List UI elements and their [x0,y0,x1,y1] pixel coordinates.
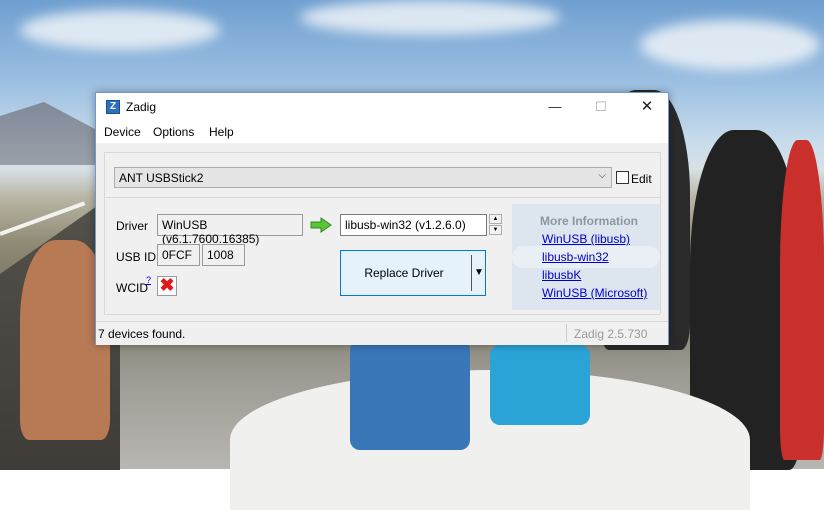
mountain [0,102,110,165]
cloud [300,0,560,35]
driver-label: Driver [116,219,148,233]
split-divider [471,255,472,291]
replace-driver-button[interactable]: Replace Driver [340,250,486,296]
driver-spin-up[interactable]: ▲ [489,214,502,224]
red-x-icon: ✖ [157,276,177,296]
current-driver-field: WinUSB (v6.1.7600.16385) [157,214,303,246]
dropdown-arrow-icon[interactable]: ▼ [474,267,484,278]
edit-checkbox[interactable] [616,171,629,184]
menu-device[interactable]: Device [104,125,141,139]
title-bar[interactable]: Z Zadig — ☐ ✕ [96,93,668,121]
cloud [640,20,820,70]
wcid-label: WCID [116,281,148,295]
menu-help[interactable]: Help [209,125,234,139]
divider [104,197,660,198]
shorts [350,340,470,450]
more-info-panel: More Information WinUSB (libusb) libusb-… [512,204,660,310]
window-title: Zadig [126,100,157,114]
maximize-button[interactable]: ☐ [578,93,624,121]
device-select-value: ANT USBStick2 [119,171,204,185]
status-separator [566,324,567,342]
driver-spin-down[interactable]: ▼ [489,225,502,235]
person [780,140,824,460]
link-libusbk[interactable]: libusbK [542,268,581,282]
status-bar: 7 devices found. Zadig 2.5.730 [96,321,668,345]
more-info-title: More Information [540,214,638,228]
replace-driver-label: Replace Driver [364,266,444,280]
divider [660,152,661,314]
link-libusb-win32[interactable]: libusb-win32 [542,250,609,264]
zadig-window: Z Zadig — ☐ ✕ Device Options Help ANT US… [95,92,669,345]
green-right-arrow-icon [310,217,332,233]
edit-label[interactable]: Edit [631,172,652,186]
divider [104,314,660,315]
target-driver-field[interactable]: libusb-win32 (v1.2.6.0) [340,214,487,236]
zadig-app-icon: Z [106,100,120,114]
menu-bar: Device Options Help [96,121,668,143]
minimize-button[interactable]: — [532,93,578,121]
usb-vid-field: 0FCF [157,244,200,266]
cloud [20,10,220,50]
chevron-down-icon: ⌵ [598,170,606,181]
status-message: 7 devices found. [98,327,186,341]
link-winusb-libusb[interactable]: WinUSB (libusb) [542,232,630,246]
wcid-help-link[interactable]: ? [146,275,151,285]
device-select[interactable]: ANT USBStick2 ⌵ [114,167,612,188]
divider [104,152,105,314]
divider [104,152,660,153]
close-button[interactable]: ✕ [624,93,670,121]
menu-options[interactable]: Options [153,125,194,139]
usb-pid-field: 1008 [202,244,245,266]
usb-id-label: USB ID [116,250,157,264]
link-winusb-microsoft[interactable]: WinUSB (Microsoft) [542,286,647,300]
shorts [490,345,590,425]
version-label: Zadig 2.5.730 [574,327,648,341]
